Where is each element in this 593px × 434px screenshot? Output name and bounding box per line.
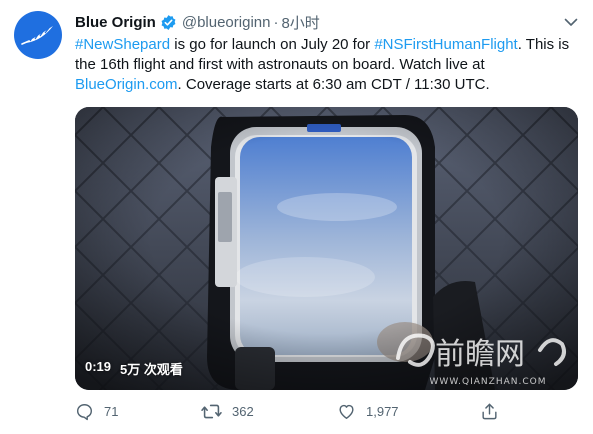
video-player[interactable]: 0:19 5万 次观看 前瞻网 WWW.QIANZHAN.COM xyxy=(75,107,578,390)
chevron-down-icon xyxy=(564,18,578,26)
tweet-timestamp[interactable]: 8小时 xyxy=(281,12,319,33)
hashtag-newshepard-link[interactable]: #NewShepard xyxy=(75,36,170,53)
video-overlay-info: 0:19 5万 次观看 xyxy=(85,359,183,378)
tweet-text-line-2: the 16th flight and first with astronaut… xyxy=(75,56,485,73)
feather-logo-icon xyxy=(21,26,53,45)
tweet-text-fragment: is go for launch on July 20 for xyxy=(170,36,375,53)
hashtag-nsfirsthumanflight-link[interactable]: #NSFirstHumanFlight xyxy=(374,36,517,53)
reply-count: 71 xyxy=(104,404,119,419)
reply-button[interactable]: 71 xyxy=(75,402,118,421)
video-view-count: 5万 次观看 xyxy=(120,362,183,377)
more-options-button[interactable] xyxy=(560,11,582,33)
share-icon xyxy=(482,403,497,420)
author-handle[interactable]: @blueoriginn xyxy=(182,14,271,31)
watermark-url: WWW.QIANZHAN.COM xyxy=(430,377,547,387)
tweet-text-fragment: . Coverage starts at 6:30 am CDT / 11:30… xyxy=(177,76,490,93)
watermark-text: 前瞻网 xyxy=(435,337,525,372)
tweet-text-line-1: #NewShepard is go for launch on July 20 … xyxy=(75,35,575,55)
tweet-text-fragment: . This is xyxy=(517,36,570,53)
blueorigin-website-link[interactable]: BlueOrigin.com xyxy=(75,76,178,93)
tweet-text: #NewShepard is go for launch on July 20 … xyxy=(75,35,575,95)
tweet-text-line-3: BlueOrigin.com. Coverage starts at 6:30 … xyxy=(75,75,575,95)
retweet-icon xyxy=(201,404,222,419)
reply-icon xyxy=(76,404,93,421)
retweet-button[interactable]: 362 xyxy=(201,402,254,421)
avatar[interactable] xyxy=(14,11,62,59)
like-button[interactable]: 1,977 xyxy=(337,402,399,421)
verified-badge-icon xyxy=(160,14,177,31)
video-time: 0:19 xyxy=(85,359,112,374)
retweet-count: 362 xyxy=(232,404,254,419)
author-name[interactable]: Blue Origin xyxy=(75,14,156,31)
heart-icon xyxy=(339,404,354,419)
tweet-header: Blue Origin @blueoriginn · 8小时 xyxy=(75,12,320,32)
qianzhan-watermark-logo: 前瞻网 WWW.QIANZHAN.COM xyxy=(396,333,566,387)
like-count: 1,977 xyxy=(366,404,399,419)
tweet-actions-bar: 71 362 1,977 xyxy=(75,402,575,424)
tweet: Blue Origin @blueoriginn · 8小时 #NewShepa… xyxy=(0,0,593,434)
share-button[interactable] xyxy=(480,402,499,421)
header-separator: · xyxy=(273,13,279,31)
